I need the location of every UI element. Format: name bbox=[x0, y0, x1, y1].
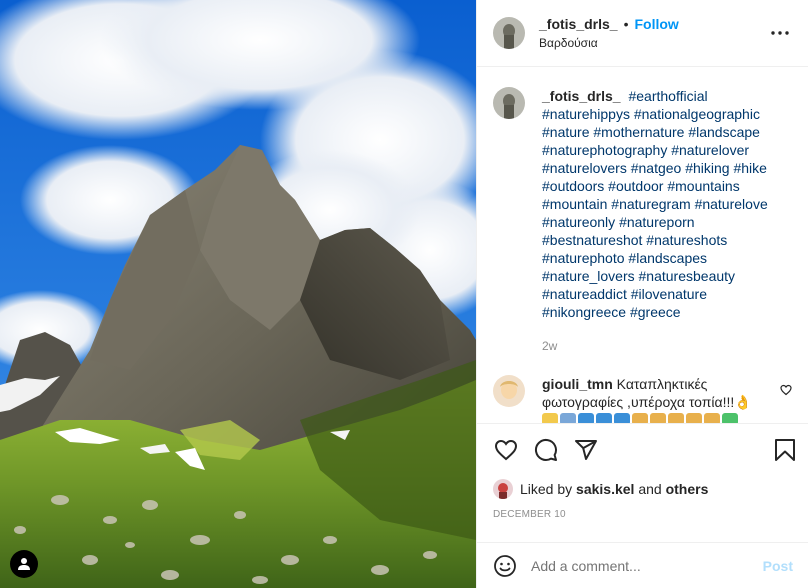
like-button[interactable] bbox=[493, 437, 519, 463]
more-options-icon bbox=[771, 31, 789, 35]
liker-username[interactable]: sakis.kel bbox=[576, 481, 634, 497]
emoji-icon bbox=[704, 413, 720, 423]
hashtag-link[interactable]: #natureshots bbox=[646, 232, 727, 248]
likes-others-link[interactable]: others bbox=[666, 481, 709, 497]
emoji-icon bbox=[686, 413, 702, 423]
caption-timestamp: 2w bbox=[542, 339, 558, 353]
share-icon bbox=[575, 439, 597, 460]
emoji-picker-button[interactable] bbox=[493, 554, 517, 578]
commenter-avatar[interactable] bbox=[493, 375, 525, 407]
hashtag-link[interactable]: #naturegram bbox=[611, 196, 690, 212]
action-bar bbox=[477, 423, 808, 475]
comment-emoji-row bbox=[542, 413, 772, 423]
post-date[interactable]: DECEMBER 10 bbox=[477, 503, 808, 533]
hashtag-link[interactable]: #hike bbox=[733, 160, 766, 176]
hashtag-link[interactable]: #outdoors bbox=[542, 178, 604, 194]
hashtag-link[interactable]: #landscapes bbox=[628, 250, 707, 266]
hashtag-link[interactable]: #naturelove bbox=[695, 196, 768, 212]
caption-hashtags: #earthofficial #naturehippys #nationalge… bbox=[542, 88, 768, 320]
hashtag-link[interactable]: #mothernature bbox=[593, 124, 684, 140]
share-button[interactable] bbox=[573, 437, 599, 463]
emoji-icon bbox=[542, 413, 558, 423]
comment-input[interactable] bbox=[531, 557, 763, 574]
comments-section[interactable]: _fotis_drls_ #earthofficial #naturehippy… bbox=[477, 67, 808, 423]
liker-avatar[interactable] bbox=[493, 479, 513, 499]
emoji-icon bbox=[560, 413, 576, 423]
hashtag-link[interactable]: #nature_lovers bbox=[542, 268, 635, 284]
emoji-icon bbox=[650, 413, 666, 423]
emoji-icon bbox=[614, 413, 630, 423]
caption-avatar[interactable] bbox=[493, 87, 525, 119]
likes-prefix: Liked by bbox=[520, 481, 573, 497]
caption: _fotis_drls_ #earthofficial #naturehippy… bbox=[493, 87, 792, 321]
comment-icon bbox=[534, 438, 557, 461]
hashtag-link[interactable]: #ilovenature bbox=[631, 286, 707, 302]
emoji-icon bbox=[668, 413, 684, 423]
caption-username[interactable]: _fotis_drls_ bbox=[542, 88, 621, 104]
hashtag-link[interactable]: #natureporn bbox=[619, 214, 695, 230]
post-location[interactable]: Βαρδούσια bbox=[539, 36, 768, 50]
hashtag-link[interactable]: #naturelovers bbox=[542, 160, 627, 176]
hashtag-link[interactable]: #natureonly bbox=[542, 214, 615, 230]
post-dialog: _fotis_drls_ • Follow Βαρδούσια _fotis_d… bbox=[0, 0, 808, 588]
post-header: _fotis_drls_ • Follow Βαρδούσια bbox=[477, 0, 808, 67]
author-username[interactable]: _fotis_drls_ bbox=[539, 16, 618, 32]
hashtag-link[interactable]: #naturephotography bbox=[542, 142, 667, 158]
follow-button[interactable]: Follow bbox=[635, 16, 679, 32]
emoji-icon bbox=[632, 413, 648, 423]
add-comment-bar: Post bbox=[477, 542, 808, 588]
post-sidebar: _fotis_drls_ • Follow Βαρδούσια _fotis_d… bbox=[476, 0, 808, 588]
author-meta: _fotis_drls_ • Follow Βαρδούσια bbox=[539, 16, 768, 50]
comment-item: giouli_tmn Καταπληκτικές φωτογραφίες ,υπ… bbox=[493, 375, 792, 423]
bookmark-icon bbox=[775, 438, 795, 461]
comment-body: giouli_tmn Καταπληκτικές φωτογραφίες ,υπ… bbox=[542, 375, 772, 423]
commenter-username[interactable]: giouli_tmn bbox=[542, 376, 613, 392]
separator-dot: • bbox=[623, 16, 629, 32]
emoji-icon bbox=[596, 413, 612, 423]
more-options-button[interactable] bbox=[768, 21, 792, 45]
hashtag-link[interactable]: #mountain bbox=[542, 196, 607, 212]
comment-like-button[interactable] bbox=[780, 383, 792, 399]
hashtag-link[interactable]: #naturehippys bbox=[542, 106, 630, 122]
hashtag-link[interactable]: #bestnatureshot bbox=[542, 232, 642, 248]
caption-text: _fotis_drls_ #earthofficial #naturehippy… bbox=[542, 87, 792, 321]
hashtag-link[interactable]: #naturephoto bbox=[542, 250, 625, 266]
save-button[interactable] bbox=[772, 437, 798, 463]
tagged-users-button[interactable] bbox=[10, 550, 38, 578]
hashtag-link[interactable]: #outdoor bbox=[608, 178, 663, 194]
author-avatar[interactable] bbox=[493, 17, 525, 49]
mountain-photo bbox=[0, 0, 476, 588]
hashtag-link[interactable]: #naturelover bbox=[671, 142, 749, 158]
hashtag-link[interactable]: #natureaddict bbox=[542, 286, 627, 302]
likes-conjunction: and bbox=[638, 481, 662, 497]
emoji-icon bbox=[578, 413, 594, 423]
post-photo bbox=[0, 0, 476, 588]
hashtag-link[interactable]: #natgeo bbox=[631, 160, 682, 176]
hashtag-link[interactable]: #naturesbeauty bbox=[639, 268, 736, 284]
hashtag-link[interactable]: #nikongreece bbox=[542, 304, 626, 320]
hashtag-link[interactable]: #greece bbox=[630, 304, 681, 320]
hashtag-link[interactable]: #hiking bbox=[685, 160, 729, 176]
emoji-icon bbox=[494, 554, 516, 577]
heart-icon bbox=[494, 439, 518, 460]
hashtag-link[interactable]: #landscape bbox=[688, 124, 760, 140]
hashtag-link[interactable]: #nature bbox=[542, 124, 589, 140]
comment-button[interactable] bbox=[533, 437, 559, 463]
hashtag-link[interactable]: #mountains bbox=[667, 178, 739, 194]
post-comment-button[interactable]: Post bbox=[763, 558, 793, 574]
heart-icon bbox=[780, 384, 792, 396]
user-tag-icon bbox=[18, 558, 30, 570]
likes-text: Liked by sakis.kel and others bbox=[520, 481, 708, 497]
hashtag-link[interactable]: #earthofficial bbox=[628, 88, 707, 104]
emoji-icon bbox=[722, 413, 738, 423]
hashtag-link[interactable]: #nationalgeographic bbox=[634, 106, 760, 122]
likes-summary: Liked by sakis.kel and others bbox=[477, 475, 808, 503]
